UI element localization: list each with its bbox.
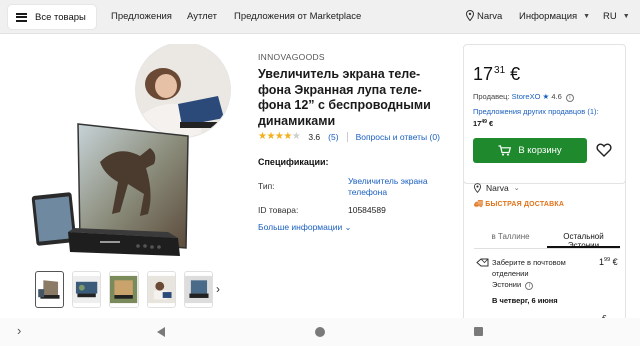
all-products-label: Все товары [35, 11, 86, 23]
chevron-down-icon: ▼ [622, 13, 630, 20]
thumbnail[interactable] [183, 271, 214, 308]
thumbnail[interactable] [72, 271, 102, 308]
nav-language-menu[interactable]: RU ▼ [603, 11, 630, 22]
back-icon[interactable] [157, 327, 165, 337]
thumbnail[interactable] [35, 271, 65, 308]
nav-link-outlet[interactable]: Аутлет [187, 11, 217, 22]
tab-rest-of-estonia[interactable]: Остальной Эстонии [547, 227, 620, 250]
nav-info-menu[interactable]: Информация ▼ [519, 11, 590, 22]
product-rating: ★★★★★ 3.6 (5) Вопросы и ответы (0) [258, 131, 440, 142]
menu-icon [16, 12, 27, 22]
thumbnail[interactable] [146, 271, 176, 308]
nav-link-offers[interactable]: Предложения [111, 11, 172, 22]
seller-label: Продавец: [473, 92, 510, 101]
more-info-label: Больше информации [258, 222, 343, 232]
questions-answers-link[interactable]: Вопросы и ответы (0) [356, 132, 440, 142]
spec-id-label: ID товара: [258, 205, 299, 215]
spec-type-label: Тип: [258, 181, 275, 191]
spec-id-value: 10584589 [348, 205, 386, 215]
product-title: Увеличитель экрана теле- фона Экранная л… [258, 67, 448, 129]
other-price-currency: € [489, 119, 494, 128]
add-to-cart-label: В корзину [518, 145, 562, 156]
rating-value: 3.6 [308, 131, 321, 142]
delivery-location-label: Narva [486, 183, 509, 193]
pickup-price: 199 € [599, 257, 618, 267]
product-title-line: динамиками [258, 113, 336, 128]
seller-info: Продавец: StoreXO ★ 4.6 i [473, 92, 574, 102]
pickup-line: отделении [492, 269, 529, 278]
all-products-button[interactable]: Все товары [8, 5, 96, 29]
pickup-date: В четверг, 6 июня [492, 296, 558, 305]
recent-apps-icon[interactable] [474, 327, 483, 336]
thumbnail-strip [35, 271, 214, 309]
spec-type-link[interactable]: Увеличитель экрана телефона [348, 176, 448, 198]
delivery-box: Narva ⌄ 🚚︎ БЫСТРАЯ ДОСТАВКА в Таллине Ос… [463, 175, 626, 325]
nav-language-label: RU [603, 11, 617, 22]
pickup-line: Эстонии i [492, 279, 576, 290]
product-price: 1731 € [473, 64, 520, 85]
chevron-down-icon: ▼ [583, 13, 591, 20]
pickup-line: Заберите в почтовом [492, 258, 566, 267]
pickup-price-currency: € [612, 257, 618, 267]
chevron-right-icon[interactable]: › [17, 323, 21, 338]
pickup-option: Заберите в почтовом отделении Эстонии i [492, 257, 576, 290]
thumbnail[interactable] [109, 271, 139, 308]
tab-tallinn[interactable]: в Таллине [474, 227, 547, 248]
other-offers-price: 1749 € [473, 119, 493, 128]
reviews-count-link[interactable]: (5) [328, 132, 338, 142]
chevron-down-icon: ⌄ [513, 185, 520, 192]
product-title-line: Увеличитель экрана теле- [258, 67, 421, 81]
fast-delivery-badge: 🚚︎ БЫСТРАЯ ДОСТАВКА [474, 200, 564, 208]
truck-icon: 🚚︎ [474, 201, 484, 208]
location-pin-icon [474, 183, 481, 193]
info-icon[interactable]: i [565, 94, 574, 102]
delivery-location[interactable]: Narva ⌄ [474, 183, 520, 193]
price-main: 17 [473, 64, 494, 84]
price-currency: € [510, 64, 521, 84]
other-offers-link[interactable]: Предложения других продавцов (1): [473, 107, 599, 116]
price-cents: 31 [494, 65, 506, 76]
product-main-image[interactable] [28, 44, 248, 262]
spec-type-value-line: Увеличитель экрана [348, 176, 428, 186]
chevron-down-icon: ⌄ [344, 223, 352, 232]
add-to-cart-button[interactable]: В корзину [473, 138, 587, 163]
system-nav-bar: › [0, 318, 640, 346]
rating-stars-icon: ★★★★★ [258, 131, 301, 142]
cart-icon [498, 145, 512, 156]
seller-rating: 4.6 [551, 92, 562, 101]
specifications-heading: Спецификации: [258, 157, 329, 167]
product-title-line: фона Экранная лупа теле- [258, 82, 422, 97]
seller-name-link[interactable]: StoreXO [512, 92, 541, 101]
pickup-line-text: Эстонии [492, 280, 522, 289]
mail-icon [476, 258, 489, 267]
fast-delivery-label: БЫСТРАЯ ДОСТАВКА [485, 201, 565, 208]
product-title-line: фона 12” с беспроводными [258, 98, 431, 112]
buy-box: 1731 € Продавец: StoreXO ★ 4.6 i Предлож… [463, 44, 626, 184]
top-nav: Все товары Предложения Аутлет Предложени… [0, 0, 640, 34]
spec-type-value-line: телефона [348, 187, 388, 197]
star-icon: ★ [542, 92, 550, 101]
nav-link-marketplace[interactable]: Предложения от Marketplace [234, 11, 361, 22]
divider [346, 131, 348, 142]
nav-location[interactable]: Narva [477, 11, 502, 22]
more-info-link[interactable]: Больше информации ⌄ [258, 222, 351, 232]
delivery-tabs: в Таллине Остальной Эстонии [474, 227, 620, 250]
pickup-price-cents: 99 [604, 257, 611, 263]
product-brand[interactable]: INNOVAGOODS [258, 52, 325, 62]
home-icon[interactable] [315, 327, 325, 337]
nav-info-label: Информация [519, 11, 578, 22]
heart-icon[interactable] [596, 142, 612, 158]
other-price-cents: 49 [481, 119, 487, 125]
info-icon[interactable]: i [525, 282, 534, 290]
location-pin-icon [466, 10, 474, 21]
chevron-right-icon[interactable]: › [216, 282, 220, 296]
